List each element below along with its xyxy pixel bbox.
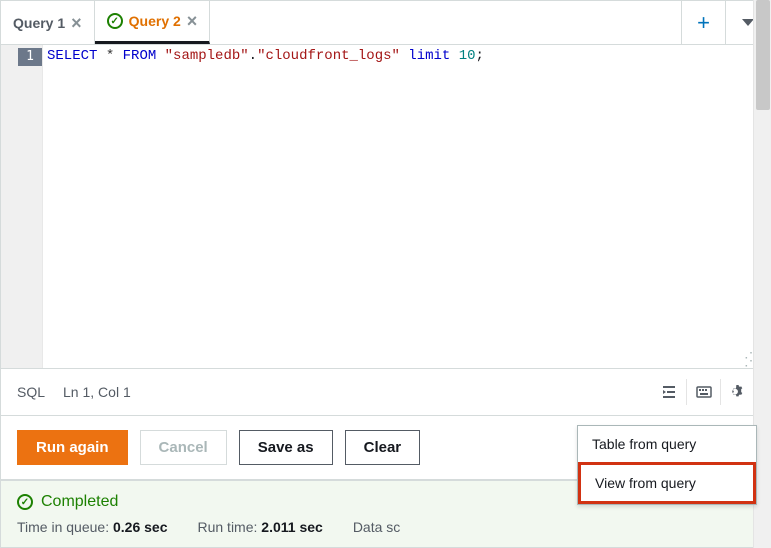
editor-gutter: 1 [1, 45, 43, 368]
close-icon[interactable]: × [187, 12, 198, 30]
clear-button[interactable]: Clear [345, 430, 421, 465]
editor-lang: SQL [17, 384, 45, 400]
editor-statusbar: SQL Ln 1, Col 1 [1, 369, 770, 416]
tab-query-1[interactable]: Query 1 × [1, 1, 95, 44]
keyboard-icon[interactable] [686, 379, 720, 405]
format-icon[interactable] [652, 379, 686, 405]
queue-time: Time in queue: 0.26 sec [17, 519, 167, 535]
indent-icon [661, 384, 677, 400]
editor-code[interactable]: SELECT * FROM "sampledb"."cloudfront_log… [43, 45, 488, 368]
check-circle-icon: ✓ [107, 13, 123, 29]
menu-item-table-from-query[interactable]: Table from query [578, 426, 756, 462]
create-menu: Table from query View from query [577, 425, 757, 505]
save-as-button[interactable]: Save as [239, 430, 333, 465]
cursor-position: Ln 1, Col 1 [63, 384, 131, 400]
tab-label: Query 1 [13, 15, 65, 31]
plus-icon: + [697, 10, 710, 36]
tab-label: Query 2 [129, 13, 181, 29]
scrollbar-thumb[interactable] [756, 0, 770, 110]
gear-icon [730, 384, 746, 400]
cancel-button: Cancel [140, 430, 227, 465]
menu-item-view-from-query[interactable]: View from query [578, 462, 756, 504]
run-time: Run time: 2.011 sec [197, 519, 322, 535]
tabs-bar: Query 1 × ✓ Query 2 × + [1, 1, 770, 45]
check-circle-icon: ✓ [17, 494, 33, 510]
settings-icon[interactable] [720, 379, 754, 405]
data-scanned: Data sc [353, 519, 400, 535]
status-text: Completed [41, 493, 118, 511]
close-icon[interactable]: × [71, 14, 82, 32]
run-again-button[interactable]: Run again [17, 430, 128, 465]
new-tab-button[interactable]: + [682, 1, 726, 44]
tab-query-2[interactable]: ✓ Query 2 × [95, 1, 211, 44]
line-number: 1 [18, 48, 42, 66]
keyboard-icon [696, 384, 712, 400]
sql-editor[interactable]: 1 SELECT * FROM "sampledb"."cloudfront_l… [1, 45, 770, 369]
